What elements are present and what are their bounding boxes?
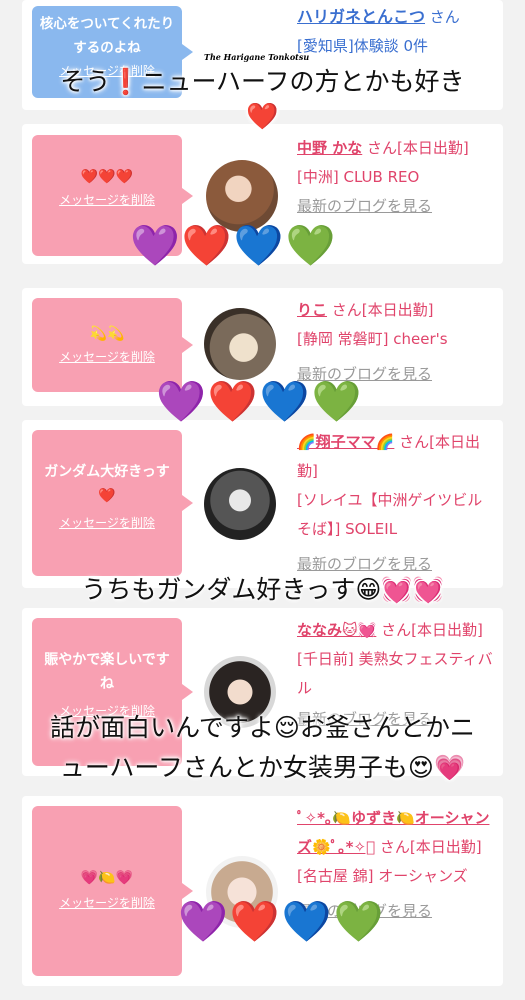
message-bubble: 💗🍋💗 メッセージを削除 [32,806,193,976]
delete-message-link[interactable]: メッセージを削除 [32,514,182,531]
honorific: さん [429,8,460,26]
blue-heart-icon: 💙 [281,899,334,945]
profile-info: 🌈翔子ママ🌈 さん[本日出勤] [ソレイユ【中洲ゲイツビルそば】] SOLEIL… [297,428,497,579]
profile-detail: [千日前] 美熟女フェスティバル [297,650,493,697]
profile-name-link[interactable]: ななみ🐱💓 [297,621,376,639]
avatar[interactable] [204,308,276,380]
message-card-4: ガンダム大好きっす❤️ メッセージを削除 🌈翔子ママ🌈 さん[本日出勤] [ソレ… [22,420,503,588]
profile-name-link[interactable]: りこ [297,301,327,319]
green-heart-icon: 💚 [285,223,338,269]
overlay-text-3: 話が面白いんですよ😌お釜さんとかニ [50,713,475,742]
red-heart-icon: ❤️ [181,223,234,269]
green-heart-icon: 💚 [311,379,364,425]
purple-heart-icon: 💜 [156,379,208,425]
green-heart-icon: 💚 [333,899,386,945]
profile-name-link[interactable]: 中野 かな [297,139,362,157]
overlay-text-1: そう❗ニューハーフの方とかも好き [60,67,465,96]
profile-info: ハリガネとんこつ さん [愛知県]体験談 0件 [297,2,497,61]
honorific: さん[本日出勤] [331,301,434,319]
honorific: さん[本日出勤] [367,139,469,157]
delete-message-link[interactable]: メッセージを削除 [32,191,182,208]
delete-message-link[interactable]: メッセージを削除 [32,894,182,911]
profile-detail: [名古屋 錦] オーシャンズ [297,867,468,885]
heart-row-2: 💜❤️💙💚 [156,378,363,425]
blue-heart-icon: 💙 [233,223,286,269]
purple-heart-icon: 💜 [130,223,182,269]
heart-row-1: 💜❤️💙💚 [130,222,337,269]
profile-detail: [愛知県]体験談 0件 [297,37,429,55]
blue-heart-icon: 💙 [259,379,312,425]
delete-message-link[interactable]: メッセージを削除 [32,348,182,365]
overlay-text-4: ューハーフさんとか女装男子も😍💗 [59,753,466,782]
red-heart-icon: ❤️ [207,379,260,425]
message-text: ガンダム大好きっす❤️ [44,464,170,504]
message-bubble: ガンダム大好きっす❤️ メッセージを削除 [32,430,193,576]
profile-detail: [静岡 常磐町] cheer's [297,330,448,348]
profile-detail: [ソレイユ【中洲ゲイツビルそば】] SOLEIL [297,491,483,538]
avatar[interactable] [204,468,276,540]
shop-logo: The Harigane Tonkotsu [204,52,310,62]
overlay-heart: ❤️ [246,102,279,132]
message-text: 核心をついてくれたりするのよね [39,16,175,56]
blog-link[interactable]: 最新のブログを見る [297,192,497,221]
message-card-6: 💗🍋💗 メッセージを削除 ﾟ✧*｡🍋ゆずき🍋オーシャンズ🌼ﾟ｡*✧ﾟ さん[本日… [22,796,503,986]
profile-detail: [中洲] CLUB REO [297,168,420,186]
message-text: 💫💫 [89,326,125,342]
red-heart-icon: ❤️ [229,899,282,945]
profile-info: 中野 かな さん[本日出勤] [中洲] CLUB REO 最新のブログを見る [297,134,497,221]
message-text: 賑やかで楽しいですね [44,652,170,692]
honorific: さん[本日出勤] [381,621,483,639]
profile-info: りこ さん[本日出勤] [静岡 常磐町] cheer's 最新のブログを見る [297,296,497,389]
profile-name-link[interactable]: ハリガネとんこつ [297,7,425,26]
honorific: さん[本日出勤] [379,838,482,856]
message-text: ❤️❤️❤️ [80,169,134,185]
purple-heart-icon: 💜 [178,899,230,945]
overlay-text-2: うちもガンダム好きっす😁💓💓 [81,575,444,604]
heart-row-3: 💜❤️💙💚 [178,898,385,945]
message-text: 💗🍋💗 [80,870,134,886]
profile-name-link[interactable]: 🌈翔子ママ🌈 [297,433,394,451]
